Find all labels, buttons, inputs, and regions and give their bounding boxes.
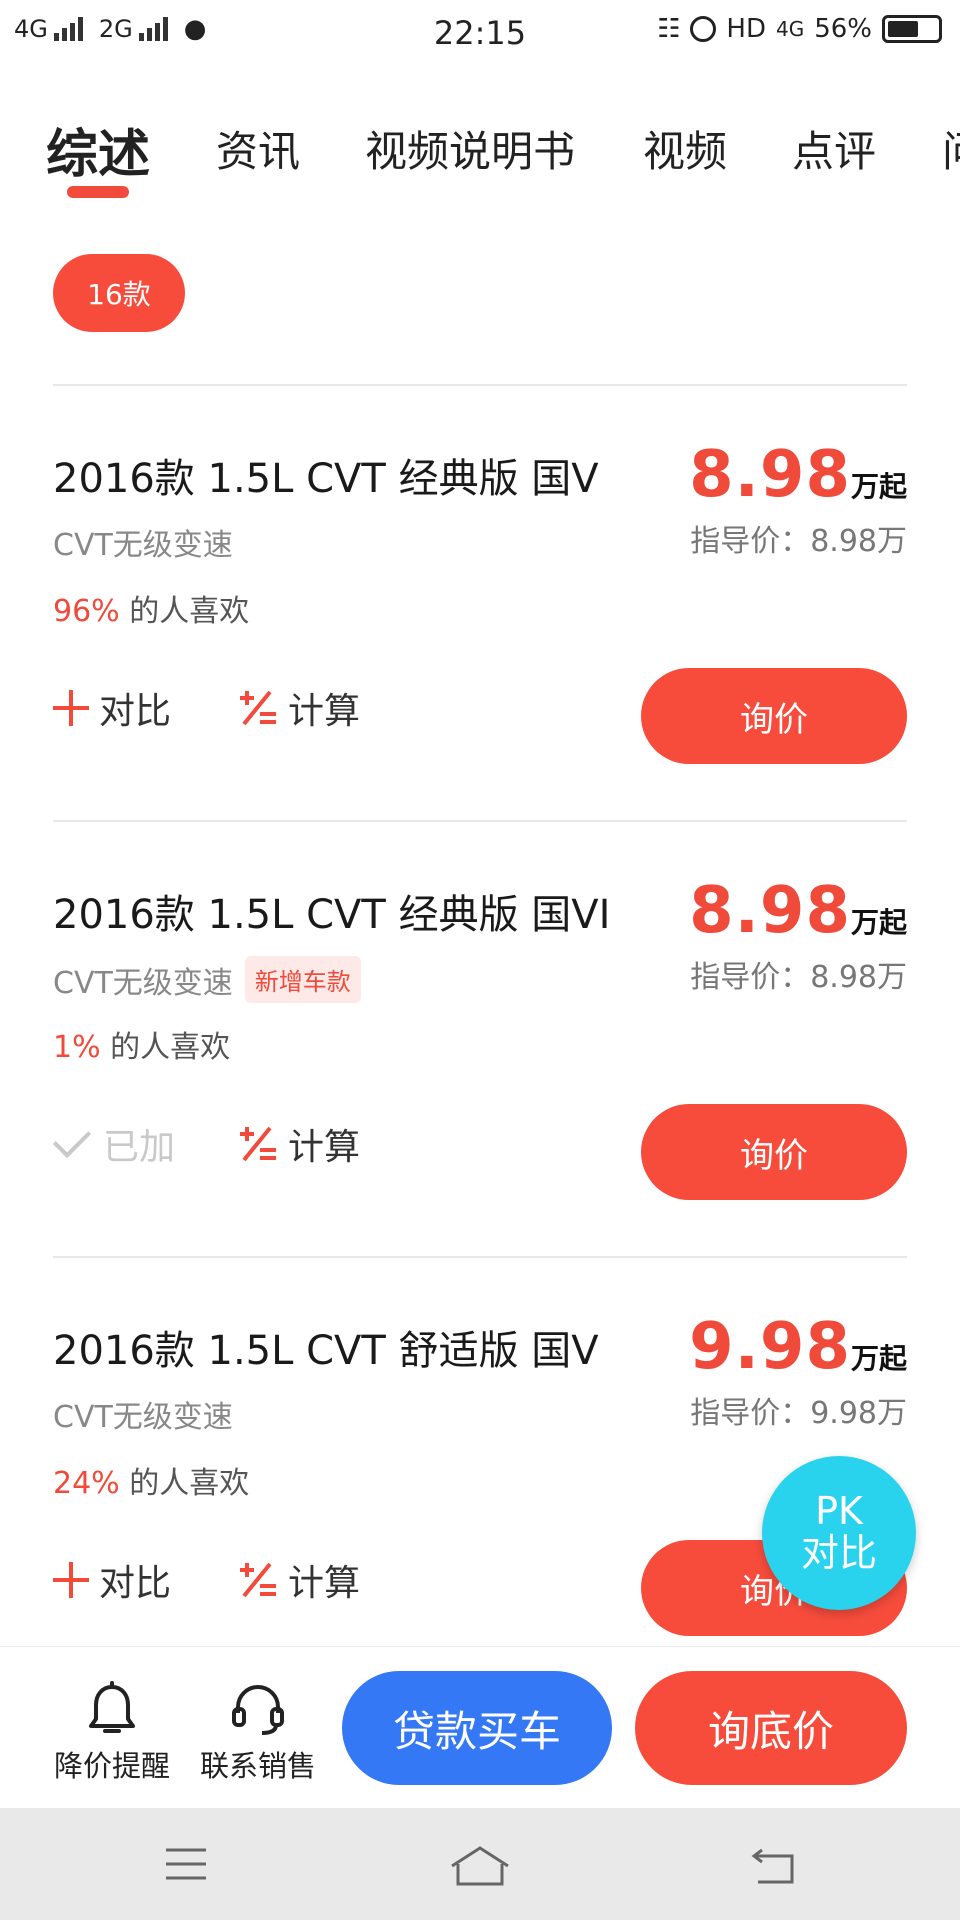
compare-label: 对比 xyxy=(99,691,172,732)
car-card: 2016款 1.5L CVT 经典版 国VI CVT无级变速 新增车款 1% 的… xyxy=(52,874,907,1282)
check-icon xyxy=(52,1119,92,1159)
calculator-icon xyxy=(240,1126,276,1162)
inquire-price-button[interactable]: 询价 xyxy=(641,668,907,764)
compare-label: 对比 xyxy=(800,1531,877,1575)
calculate-label: 计算 xyxy=(288,1563,361,1604)
like-percent: 24% xyxy=(53,1466,120,1501)
compare-added-button[interactable]: 已加 xyxy=(52,1118,176,1170)
inquire-price-button[interactable]: 询价 xyxy=(641,1104,907,1200)
price-alert-label: 降价提醒 xyxy=(53,1749,170,1783)
contact-sales-label: 联系销售 xyxy=(199,1749,316,1783)
back-icon[interactable] xyxy=(748,1844,798,1888)
tab-overview[interactable]: 综述 xyxy=(46,112,150,187)
battery-icon xyxy=(882,15,942,43)
price: 8.98万起 xyxy=(689,438,907,512)
tab-active-indicator xyxy=(67,186,129,198)
pk-compare-float-button[interactable]: PK 对比 xyxy=(762,1456,916,1610)
guide-price: 指导价：8.98万 xyxy=(690,960,907,995)
price-alert-button[interactable]: 降价提醒 xyxy=(42,1681,182,1785)
like-text: 的人喜欢 xyxy=(129,594,250,629)
like-percent: 96% xyxy=(53,594,120,629)
calculator-icon xyxy=(240,690,276,726)
menu-icon[interactable] xyxy=(162,1844,210,1884)
status-bar: 4G 2G ● 22:15 ☷ HD 4G 56% xyxy=(0,0,960,66)
tab-reviews[interactable]: 点评 xyxy=(792,118,876,179)
car-subtitle: CVT无级变速 新增车款 xyxy=(53,956,361,1003)
tab-questions[interactable]: 问 xyxy=(942,118,960,179)
tab-news[interactable]: 资讯 xyxy=(216,118,300,179)
price-value: 9.98 xyxy=(689,1310,851,1384)
price-unit: 万起 xyxy=(850,906,907,939)
tab-video[interactable]: 视频 xyxy=(643,118,727,179)
like-text: 的人喜欢 xyxy=(129,1466,250,1501)
calculate-button[interactable]: 计算 xyxy=(238,1554,360,1606)
tab-bar: 综述 资讯 视频说明书 视频 点评 问 xyxy=(0,108,960,198)
like-stat: 96% 的人喜欢 xyxy=(53,586,249,630)
car-title[interactable]: 2016款 1.5L CVT 经典版 国VI xyxy=(53,882,610,940)
transmission-text: CVT无级变速 xyxy=(53,1400,233,1435)
bell-icon xyxy=(89,1681,135,1733)
calculate-label: 计算 xyxy=(288,1127,361,1168)
price: 9.98万起 xyxy=(689,1310,907,1384)
divider xyxy=(53,1256,907,1258)
contact-sales-button[interactable]: 联系销售 xyxy=(188,1681,328,1785)
compare-button[interactable]: 对比 xyxy=(53,682,171,734)
calculate-button[interactable]: 计算 xyxy=(238,682,360,734)
compare-label: 对比 xyxy=(99,1563,172,1604)
transmission-text: CVT无级变速 xyxy=(53,528,233,563)
like-percent: 1% xyxy=(53,1030,101,1065)
alarm-icon xyxy=(690,16,717,42)
lowest-price-button[interactable]: 询底价 xyxy=(635,1671,907,1785)
like-stat: 1% 的人喜欢 xyxy=(53,1022,230,1066)
plus-icon xyxy=(53,1562,89,1598)
car-title[interactable]: 2016款 1.5L CVT 舒适版 国V xyxy=(53,1318,599,1376)
guide-price: 指导价：9.98万 xyxy=(690,1396,907,1431)
transmission-text: CVT无级变速 xyxy=(53,965,233,1001)
home-icon[interactable] xyxy=(448,1844,512,1888)
car-card: 2016款 1.5L CVT 经典版 国V CVT无级变速 96% 的人喜欢 8… xyxy=(53,438,907,846)
compare-button[interactable]: 对比 xyxy=(53,1554,171,1606)
vibrate-icon: ☷ xyxy=(657,14,681,44)
car-subtitle: CVT无级变速 xyxy=(53,1392,233,1436)
plus-icon xyxy=(53,690,89,726)
divider xyxy=(53,820,907,822)
price-value: 8.98 xyxy=(689,438,851,512)
network-3-label: 4G xyxy=(775,17,805,41)
year-filter-chip[interactable]: 16款 xyxy=(53,254,185,332)
system-nav-bar xyxy=(0,1808,960,1920)
hd-label: HD xyxy=(726,14,766,44)
compare-label: 已加 xyxy=(103,1127,176,1168)
like-stat: 24% 的人喜欢 xyxy=(53,1458,249,1502)
price: 8.98万起 xyxy=(689,874,907,948)
pk-label: PK xyxy=(815,1489,863,1534)
calculate-label: 计算 xyxy=(288,691,361,732)
headset-icon xyxy=(232,1685,284,1735)
price-value: 8.98 xyxy=(689,874,851,948)
battery-percent: 56% xyxy=(814,14,872,44)
status-right: ☷ HD 4G 56% xyxy=(657,14,942,44)
divider xyxy=(53,384,907,386)
bottom-action-bar: 降价提醒 联系销售 贷款买车 询底价 xyxy=(0,1646,960,1808)
tab-video-manual[interactable]: 视频说明书 xyxy=(365,118,575,179)
calculator-icon xyxy=(240,1562,276,1598)
price-unit: 万起 xyxy=(850,470,907,503)
car-subtitle: CVT无级变速 xyxy=(53,520,233,564)
guide-price: 指导价：8.98万 xyxy=(690,524,907,559)
price-unit: 万起 xyxy=(850,1342,907,1375)
calculate-button[interactable]: 计算 xyxy=(238,1118,360,1170)
like-text: 的人喜欢 xyxy=(110,1030,231,1065)
new-model-badge: 新增车款 xyxy=(244,956,361,1003)
car-title[interactable]: 2016款 1.5L CVT 经典版 国V xyxy=(53,446,599,504)
loan-purchase-button[interactable]: 贷款买车 xyxy=(342,1671,612,1785)
